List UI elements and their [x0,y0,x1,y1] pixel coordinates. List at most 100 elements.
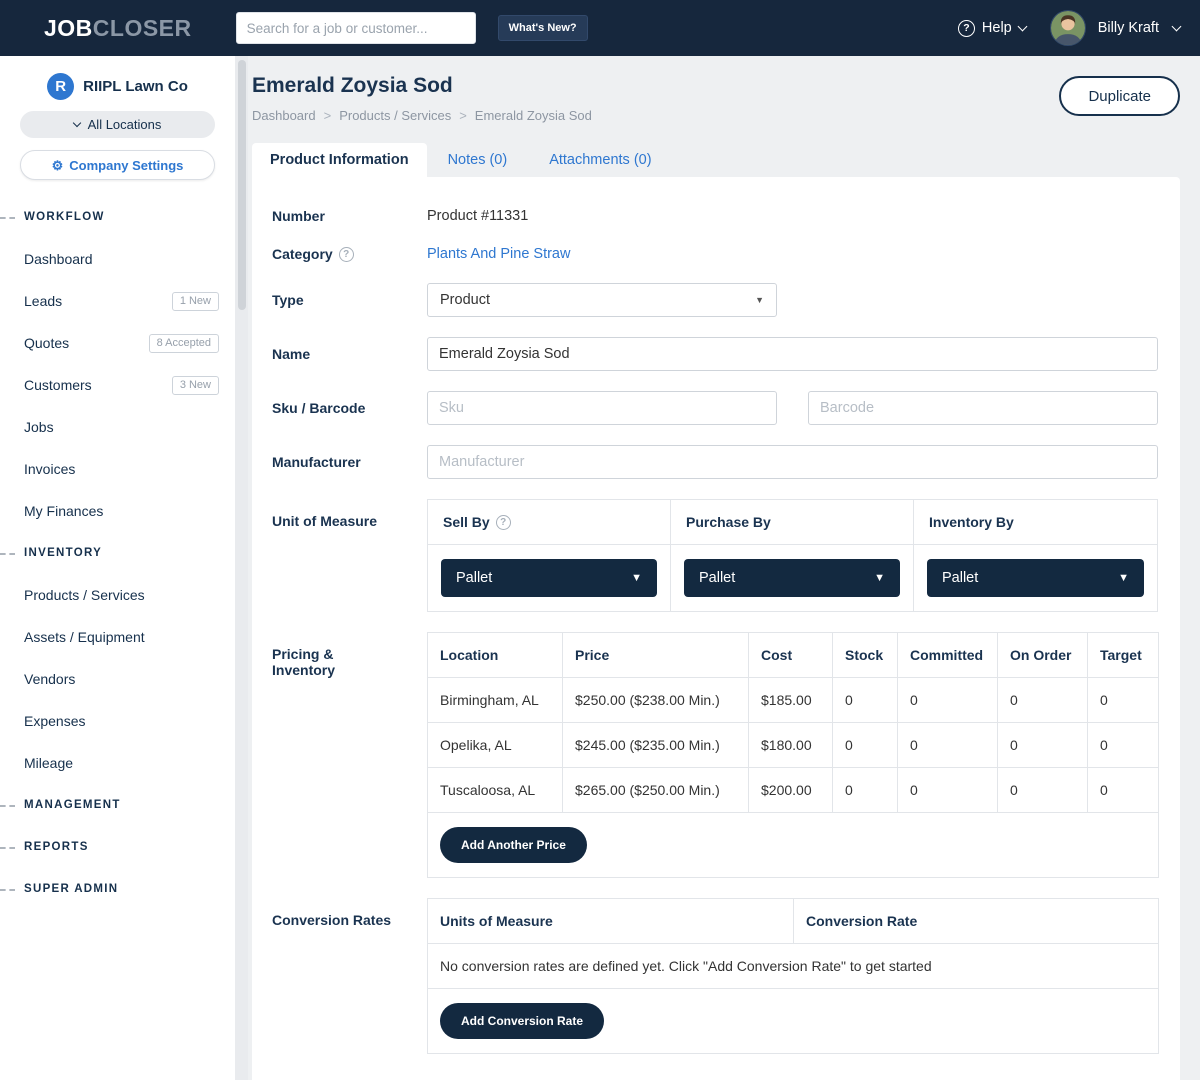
category-row: Category ? Plants And Pine Straw [272,245,1158,263]
sell-by-select[interactable]: Pallet ▼ [441,559,657,597]
scrollbar-thumb[interactable] [238,60,246,310]
location-link[interactable]: Opelika, AL [428,723,563,768]
tab-bar: Product Information Notes (0) Attachment… [252,143,1180,177]
tab-attachments[interactable]: Attachments (0) [528,143,672,177]
gear-icon: ⚙ [52,159,64,172]
nav-item-label: Customers [24,377,92,393]
add-conversion-rate-button[interactable]: Add Conversion Rate [440,1003,604,1039]
barcode-input[interactable] [808,391,1158,425]
company-settings-label: Company Settings [69,158,183,173]
price-cell: $250.00 ($238.00 Min.) [563,678,749,723]
sidebar-item-leads[interactable]: Leads1 New [0,280,235,322]
col-target: Target [1088,633,1159,678]
stock-cell: 0 [833,723,898,768]
nav-section-super-admin[interactable]: SUPER ADMIN [0,868,235,910]
breadcrumb-current: Emerald Zoysia Sod [475,108,592,123]
sidebar-item-vendors[interactable]: Vendors [0,658,235,700]
add-another-price-button[interactable]: Add Another Price [440,827,587,863]
product-information-panel: Number Product #11331 Category ? Plants … [252,177,1180,1080]
manufacturer-input[interactable] [427,445,1158,479]
cost-cell: $185.00 [749,678,833,723]
sidebar-item-customers[interactable]: Customers 3 New [0,364,235,406]
col-conversion-rate: Conversion Rate [794,899,1159,944]
stock-cell: 0 [833,768,898,813]
location-link[interactable]: Birmingham, AL [428,678,563,723]
inventory-by-select[interactable]: Pallet ▼ [927,559,1144,597]
nav-section-reports[interactable]: REPORTS [0,826,235,868]
duplicate-button[interactable]: Duplicate [1059,76,1180,116]
nav-item-label: Assets / Equipment [24,629,145,645]
conversion-empty-message: No conversion rates are defined yet. Cli… [428,944,1159,989]
manufacturer-label: Manufacturer [272,454,427,470]
breadcrumb-separator: > [459,108,467,123]
number-row: Number Product #11331 [272,207,1158,225]
conversion-rates-table: Units of Measure Conversion Rate No conv… [427,898,1159,1054]
company-header: R RIIPL Lawn Co [0,73,235,100]
customers-badge: 3 New [172,376,219,395]
help-label: Help [982,20,1012,36]
type-label: Type [272,292,427,308]
target-cell: 0 [1088,768,1159,813]
sidebar-item-quotes[interactable]: Quotes8 Accepted [0,322,235,364]
table-row: Opelika, AL $245.00 ($235.00 Min.) $180.… [428,723,1159,768]
name-input[interactable] [427,337,1158,371]
category-link[interactable]: Plants And Pine Straw [427,246,570,262]
category-help-icon[interactable]: ? [339,247,354,262]
conversion-rates-row: Conversion Rates Units of Measure Conver… [272,898,1158,1054]
nav-section-management[interactable]: MANAGEMENT [0,784,235,826]
sidebar-item-jobs[interactable]: Jobs [0,406,235,448]
type-select[interactable]: Product ▼ [427,283,777,317]
page-title: Emerald Zoysia Sod [252,74,592,98]
location-link[interactable]: Tuscaloosa, AL [428,768,563,813]
purchase-by-select[interactable]: Pallet ▼ [684,559,900,597]
conversion-rates-label: Conversion Rates [272,898,427,1054]
inventory-by-header: Inventory By [914,500,1157,545]
sidebar: R RIIPL Lawn Co All Locations ⚙ Company … [0,56,235,1080]
breadcrumb-dashboard[interactable]: Dashboard [252,108,316,123]
dropdown-caret-icon: ▼ [631,572,642,584]
sidebar-item-assets-equipment[interactable]: Assets / Equipment [0,616,235,658]
location-selector[interactable]: All Locations [20,111,215,138]
avatar-image [1051,11,1085,45]
nav-section-inventory: INVENTORY [0,532,235,574]
chevron-down-icon[interactable] [1172,21,1182,31]
company-settings-button[interactable]: ⚙ Company Settings [20,150,215,180]
sidebar-item-mileage[interactable]: Mileage [0,742,235,784]
sidebar-item-products-services[interactable]: Products / Services [0,574,235,616]
global-search-input[interactable] [236,12,476,44]
table-row: Tuscaloosa, AL $265.00 ($250.00 Min.) $2… [428,768,1159,813]
breadcrumb-products-services[interactable]: Products / Services [339,108,451,123]
nav-item-label: Leads [24,293,62,309]
pricing-footer-row: Add Another Price [428,813,1159,878]
sidebar-item-my-finances[interactable]: My Finances [0,490,235,532]
sidebar-item-invoices[interactable]: Invoices [0,448,235,490]
dropdown-caret-icon: ▼ [874,572,885,584]
purchase-by-value: Pallet [699,570,735,586]
sku-input[interactable] [427,391,777,425]
category-label-text: Category [272,246,333,262]
sell-by-help-icon[interactable]: ? [496,515,511,530]
user-avatar[interactable] [1050,10,1086,46]
unit-of-measure-table: Sell By ? Purchase By Inventory By Palle… [427,499,1158,612]
sku-barcode-label: Sku / Barcode [272,400,427,416]
col-stock: Stock [833,633,898,678]
whats-new-button[interactable]: What's New? [498,15,588,41]
sidebar-nav: WORKFLOW Dashboard Leads1 New Quotes8 Ac… [0,196,235,910]
name-label: Name [272,346,427,362]
col-location: Location [428,633,563,678]
sell-by-label: Sell By [443,514,490,530]
sidebar-item-expenses[interactable]: Expenses [0,700,235,742]
user-name[interactable]: Billy Kraft [1098,20,1159,36]
help-menu[interactable]: ? Help [958,20,1026,37]
tab-notes[interactable]: Notes (0) [427,143,529,177]
sidebar-scrollbar[interactable] [235,56,248,1080]
table-row: Birmingham, AL $250.00 ($238.00 Min.) $1… [428,678,1159,723]
col-on-order: On Order [998,633,1088,678]
app-logo: JOBCLOSER [44,15,192,42]
main-content: Emerald Zoysia Sod Dashboard > Products … [248,56,1200,1080]
tab-product-information[interactable]: Product Information [252,143,427,177]
pricing-inventory-label: Pricing & Inventory [272,632,367,878]
sidebar-item-dashboard[interactable]: Dashboard [0,238,235,280]
category-label: Category ? [272,246,427,262]
inventory-by-value: Pallet [942,570,978,586]
